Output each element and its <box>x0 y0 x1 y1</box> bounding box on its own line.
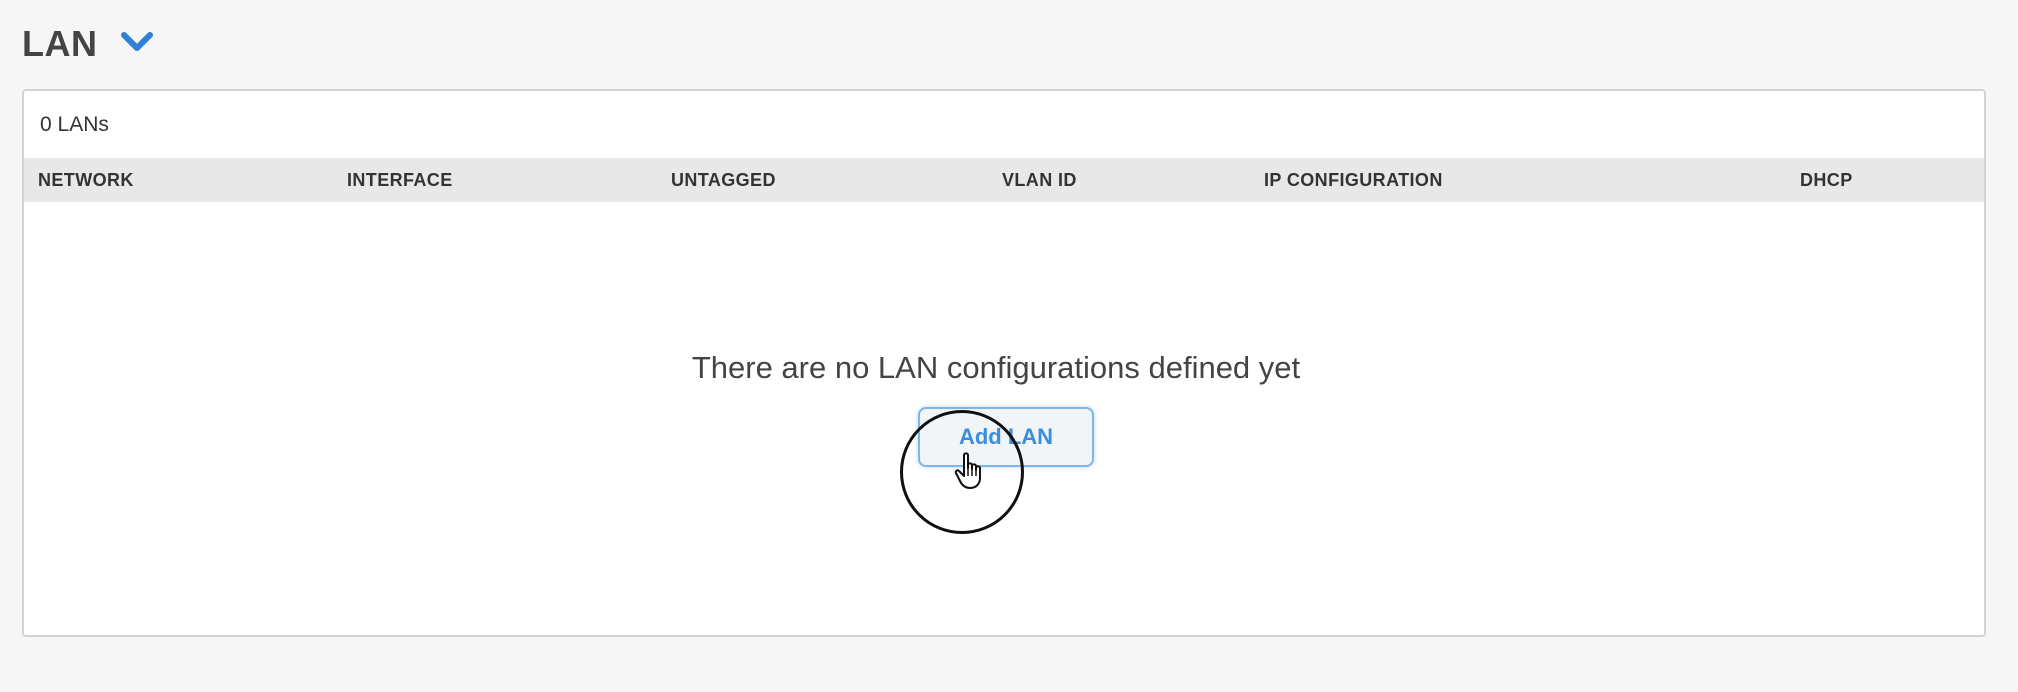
add-lan-button[interactable]: Add LAN <box>918 407 1094 467</box>
lan-count: 0 LANs <box>40 112 109 136</box>
empty-state-message: There are no LAN configurations defined … <box>691 350 1301 385</box>
empty-state: There are no LAN configurations defined … <box>24 202 1984 635</box>
column-header-ip-configuration[interactable]: IP CONFIGURATION <box>1264 158 1443 202</box>
column-header-vlan-id[interactable]: VLAN ID <box>1002 158 1077 202</box>
section-header: LAN <box>22 18 154 70</box>
column-header-untagged[interactable]: UNTAGGED <box>671 158 776 202</box>
column-header-dhcp[interactable]: DHCP <box>1800 158 1853 202</box>
column-header-network[interactable]: NETWORK <box>38 158 134 202</box>
section-title: LAN <box>22 23 98 64</box>
table-header: NETWORK INTERFACE UNTAGGED VLAN ID IP CO… <box>24 158 1984 202</box>
chevron-down-icon[interactable] <box>120 30 154 54</box>
column-header-interface[interactable]: INTERFACE <box>347 158 453 202</box>
lan-panel: 0 LANs NETWORK INTERFACE UNTAGGED VLAN I… <box>22 89 1986 637</box>
